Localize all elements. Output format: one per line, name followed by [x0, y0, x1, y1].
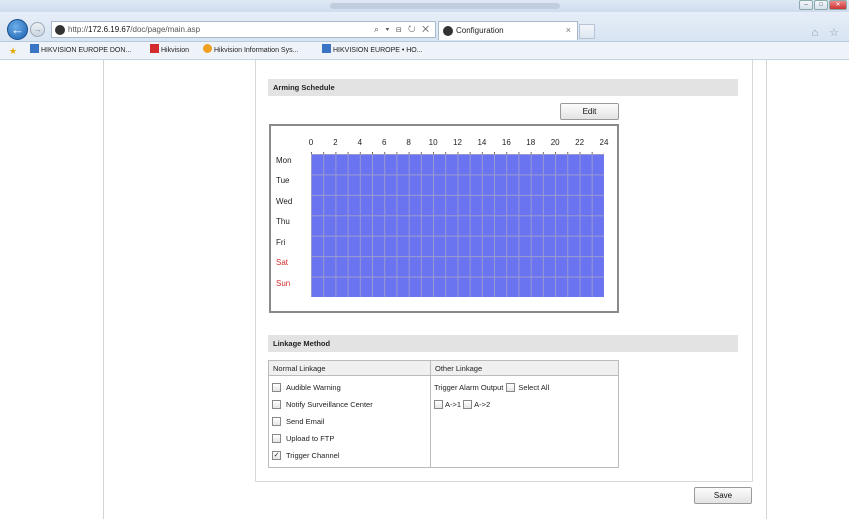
maximize-button[interactable]: □: [814, 0, 828, 10]
normal-linkage-item: Notify Surveillance Center: [272, 396, 427, 413]
hour-label: 22: [575, 138, 585, 147]
normal-linkage-item: Send Email: [272, 413, 427, 430]
day-label-sat: Sat: [276, 258, 289, 268]
schedule-chart[interactable]: 0 2 4 6 8 10 12 14 16 18 20 22 24 Mon Tue Wed Thu Fri Sat…: [269, 124, 619, 313]
page-border-left: [103, 60, 104, 519]
day-label-wed: Wed: [276, 196, 293, 206]
browser-navbar: ← → http://172.6.19.67/doc/page/main.asp…: [0, 12, 849, 42]
alarm-output-label: A->1: [445, 400, 462, 409]
site-icon: [55, 25, 65, 35]
day-label-tue: Tue: [276, 176, 290, 186]
normal-linkage-label: Trigger Channel: [286, 451, 340, 460]
favorite-label: Hikvision Information Sys...: [214, 47, 299, 54]
alarm-output-checkbox[interactable]: [434, 400, 443, 409]
normal-linkage-label: Upload to FTP: [286, 434, 335, 443]
url-prefix: http://: [68, 25, 89, 34]
normal-linkage-label: Audible Warning: [286, 383, 341, 392]
tab-site-icon: [443, 26, 453, 36]
hour-label: 12: [453, 138, 462, 147]
hour-label: 2: [333, 138, 338, 147]
favorite-link-3[interactable]: Hikvision Information Sys...: [203, 42, 298, 60]
edit-button[interactable]: Edit: [560, 103, 619, 120]
other-linkage-header: Other Linkage: [430, 360, 619, 376]
close-window-button[interactable]: ✕: [829, 0, 847, 10]
day-label-mon: Mon: [276, 156, 292, 165]
normal-linkage-label: Notify Surveillance Center: [286, 400, 373, 409]
hour-label: 8: [406, 138, 411, 147]
window-title-blurred: [330, 3, 560, 9]
tab-title: Configuration: [456, 26, 504, 35]
hour-label: 20: [550, 138, 560, 147]
favorite-link-1[interactable]: HIKVISION EUROPE DON...: [30, 42, 131, 60]
sun-icon: [203, 44, 212, 53]
normal-linkage-checkbox[interactable]: ✓: [272, 451, 281, 460]
normal-linkage-label: Send Email: [286, 417, 325, 426]
favorites-star-icon[interactable]: ★: [9, 42, 17, 62]
normal-linkage-item: ✓ Trigger Channel: [272, 447, 427, 464]
day-label-sun: Sun: [276, 278, 291, 288]
normal-linkage-item: Upload to FTP: [272, 430, 427, 447]
page-border-right: [766, 60, 767, 519]
day-label-fri: Fri: [276, 237, 286, 247]
hour-label: 18: [526, 138, 536, 147]
url-host: 172.6.19.67: [88, 25, 131, 34]
normal-linkage-checkbox[interactable]: [272, 400, 281, 409]
home-favorites-icons[interactable]: ⌂ ☆: [811, 26, 843, 39]
hour-label: 10: [428, 138, 438, 147]
favorite-link-2[interactable]: Hikvision: [150, 42, 189, 60]
address-controls-icon[interactable]: ⌕ ▾ ⊟ ↻ ✕: [374, 22, 431, 37]
favorite-label: HIKVISION EUROPE • HO...: [333, 47, 423, 54]
normal-linkage-cell: Audible Warning Notify Surveillance Cente…: [268, 375, 431, 468]
normal-linkage-checkbox[interactable]: [272, 434, 281, 443]
alarm-output-checkbox[interactable]: [463, 400, 473, 409]
hour-label: 16: [501, 138, 511, 147]
favorites-bar: ★ HIKVISION EUROPE DON... Hikvision Hikv…: [0, 42, 849, 60]
alarm-output-label: A->2: [474, 400, 491, 409]
select-all-label: Select All: [518, 383, 550, 392]
schedule-grid[interactable]: [311, 154, 604, 297]
minimize-button[interactable]: ‒: [799, 0, 813, 10]
normal-linkage-header: Normal Linkage: [268, 360, 431, 376]
page-icon: [322, 44, 331, 53]
new-tab-button[interactable]: [579, 24, 595, 39]
normal-linkage-checkbox[interactable]: [272, 383, 281, 392]
select-all-checkbox[interactable]: [506, 383, 516, 392]
favorite-label: Hikvision: [161, 47, 190, 54]
other-linkage-cell: Trigger Alarm Output Select All A->1 A->2: [430, 375, 619, 468]
window-titlebar: ‒ □ ✕: [0, 0, 849, 12]
arming-schedule-header: Arming Schedule: [268, 79, 738, 96]
normal-linkage-checkbox[interactable]: [272, 417, 281, 426]
save-button[interactable]: Save: [694, 487, 752, 504]
hour-label: 4: [357, 138, 363, 147]
back-button[interactable]: ←: [7, 19, 28, 40]
linkage-method-header: Linkage Method: [268, 335, 738, 352]
trigger-alarm-output-label: Trigger Alarm Output: [434, 383, 504, 392]
hour-label: 14: [477, 138, 487, 147]
page-icon: [30, 44, 39, 53]
hour-label: 0: [308, 138, 314, 147]
url-path: /doc/page/main.asp: [130, 25, 201, 34]
day-label-thu: Thu: [276, 217, 290, 227]
address-bar[interactable]: http://172.6.19.67/doc/page/main.asp ⌕ ▾…: [51, 21, 436, 38]
normal-linkage-item: Audible Warning: [272, 379, 427, 396]
linkage-table: Normal Linkage Other Linkage Audible War…: [268, 360, 619, 468]
hour-label: 6: [382, 138, 387, 147]
hour-label: 24: [599, 138, 609, 147]
forward-button[interactable]: →: [30, 22, 45, 37]
favorite-label: HIKVISION EUROPE DON...: [41, 47, 132, 54]
tab-configuration[interactable]: Configuration ×: [438, 21, 578, 40]
tab-close-icon[interactable]: ×: [566, 22, 571, 39]
hikvision-logo-icon: [150, 44, 159, 53]
favorite-link-4[interactable]: HIKVISION EUROPE • HO...: [322, 42, 423, 60]
